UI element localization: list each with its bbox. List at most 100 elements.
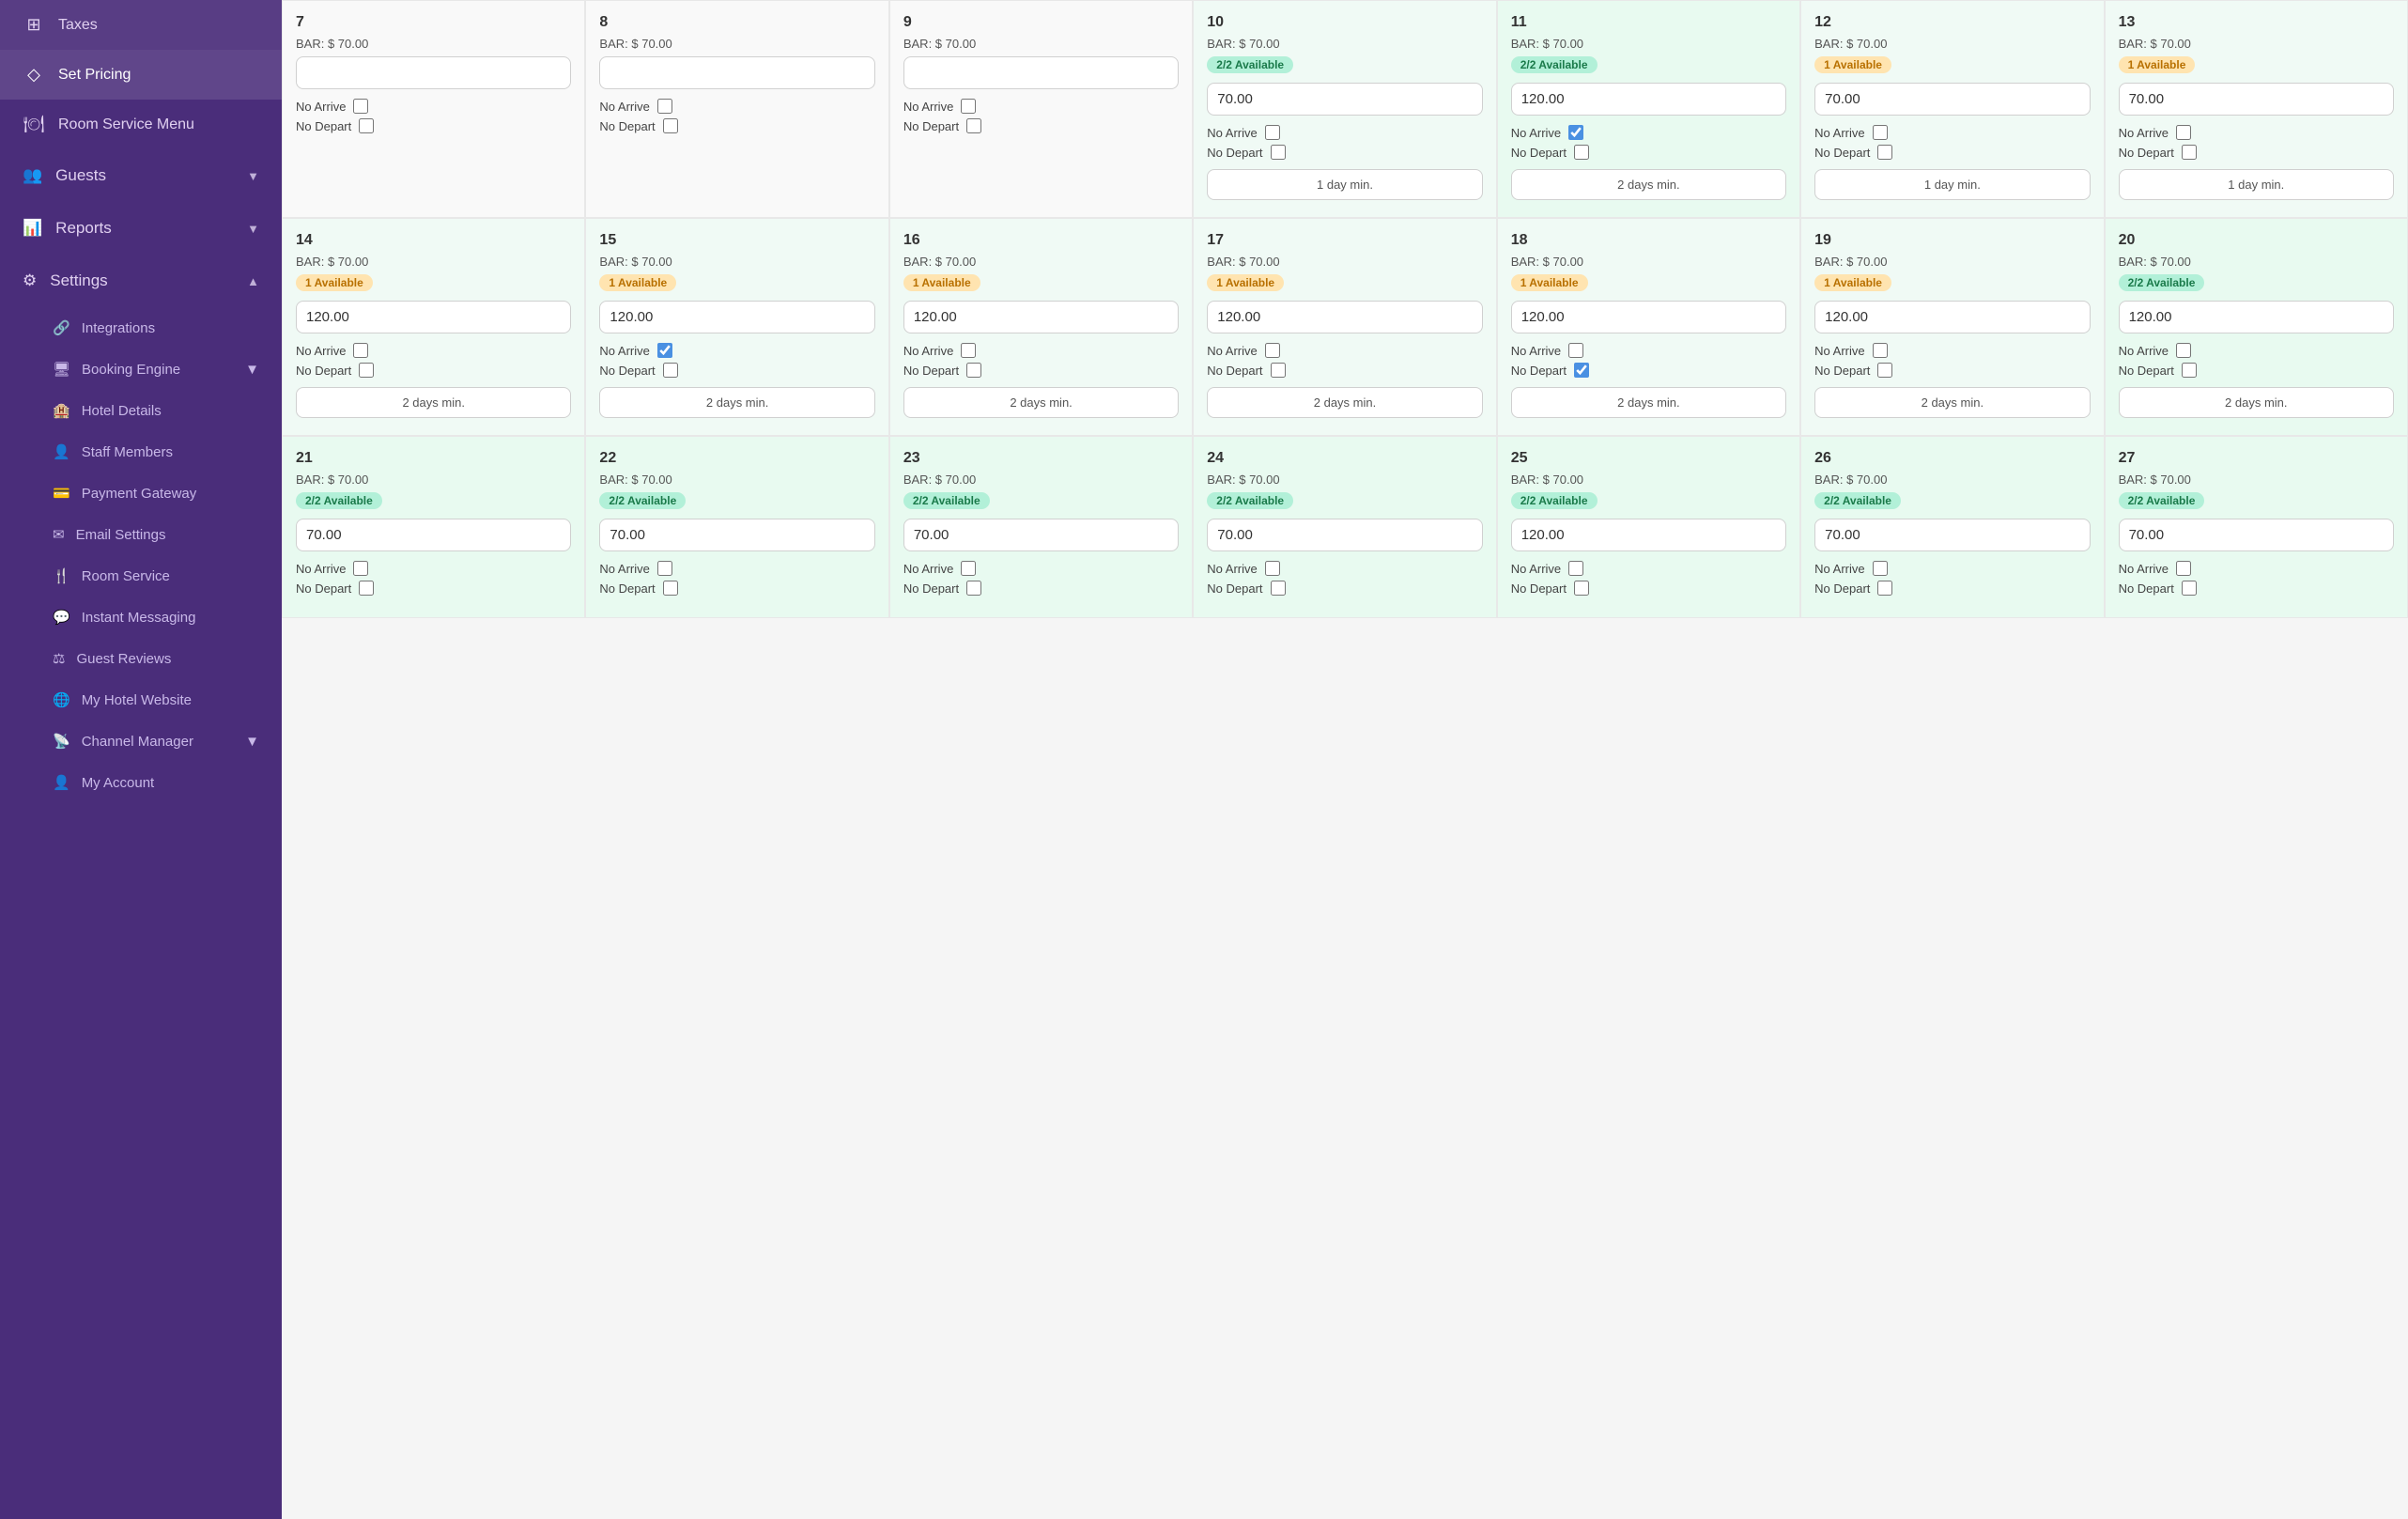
- min-days-button-20[interactable]: 2 days min.: [2119, 387, 2394, 418]
- no-depart-checkbox-18[interactable]: [1574, 363, 1589, 378]
- no-depart-checkbox-27[interactable]: [2182, 581, 2197, 596]
- price-input-12[interactable]: [1814, 83, 2090, 116]
- no-arrive-checkbox-27[interactable]: [2176, 561, 2191, 576]
- price-input-27[interactable]: [2119, 519, 2394, 551]
- no-depart-row-11: No Depart: [1511, 145, 1786, 160]
- price-input-7[interactable]: [296, 56, 571, 89]
- price-input-19[interactable]: [1814, 301, 2090, 333]
- no-arrive-checkbox-26[interactable]: [1873, 561, 1888, 576]
- no-arrive-label-7: No Arrive: [296, 100, 346, 114]
- no-arrive-row-22: No Arrive: [599, 561, 874, 576]
- no-depart-checkbox-12[interactable]: [1877, 145, 1892, 160]
- no-depart-checkbox-19[interactable]: [1877, 363, 1892, 378]
- no-arrive-checkbox-17[interactable]: [1265, 343, 1280, 358]
- sidebar-item-guest-reviews[interactable]: ⚖ Guest Reviews: [53, 638, 282, 679]
- min-days-button-12[interactable]: 1 day min.: [1814, 169, 2090, 200]
- price-input-18[interactable]: [1511, 301, 1786, 333]
- min-days-button-19[interactable]: 2 days min.: [1814, 387, 2090, 418]
- bar-price-16: BAR: $ 70.00: [903, 255, 1179, 269]
- price-input-16[interactable]: [903, 301, 1179, 333]
- min-days-button-15[interactable]: 2 days min.: [599, 387, 874, 418]
- sidebar-item-room-service[interactable]: 🍴 Room Service: [53, 555, 282, 597]
- price-input-20[interactable]: [2119, 301, 2394, 333]
- no-arrive-checkbox-7[interactable]: [353, 99, 368, 114]
- no-arrive-checkbox-21[interactable]: [353, 561, 368, 576]
- price-input-8[interactable]: [599, 56, 874, 89]
- no-depart-checkbox-11[interactable]: [1574, 145, 1589, 160]
- min-days-button-14[interactable]: 2 days min.: [296, 387, 571, 418]
- no-depart-checkbox-25[interactable]: [1574, 581, 1589, 596]
- no-depart-checkbox-24[interactable]: [1271, 581, 1286, 596]
- no-arrive-checkbox-15[interactable]: [657, 343, 672, 358]
- price-input-25[interactable]: [1511, 519, 1786, 551]
- no-arrive-checkbox-14[interactable]: [353, 343, 368, 358]
- no-depart-checkbox-9[interactable]: [966, 118, 981, 133]
- price-input-26[interactable]: [1814, 519, 2090, 551]
- no-depart-checkbox-22[interactable]: [663, 581, 678, 596]
- price-input-14[interactable]: [296, 301, 571, 333]
- sidebar-item-integrations[interactable]: 🔗 Integrations: [53, 307, 282, 349]
- min-days-button-11[interactable]: 2 days min.: [1511, 169, 1786, 200]
- min-days-button-17[interactable]: 2 days min.: [1207, 387, 1482, 418]
- sidebar-item-hotel-details[interactable]: 🏨 Hotel Details: [53, 390, 282, 431]
- price-input-13[interactable]: [2119, 83, 2394, 116]
- hotel-details-label: Hotel Details: [82, 403, 162, 419]
- no-depart-checkbox-26[interactable]: [1877, 581, 1892, 596]
- price-input-21[interactable]: [296, 519, 571, 551]
- no-arrive-checkbox-13[interactable]: [2176, 125, 2191, 140]
- sidebar-item-payment-gateway[interactable]: 💳 Payment Gateway: [53, 473, 282, 514]
- no-depart-checkbox-7[interactable]: [359, 118, 374, 133]
- no-depart-row-8: No Depart: [599, 118, 874, 133]
- no-arrive-checkbox-10[interactable]: [1265, 125, 1280, 140]
- sidebar-item-my-account[interactable]: 👤 My Account: [53, 762, 282, 803]
- min-days-button-13[interactable]: 1 day min.: [2119, 169, 2394, 200]
- sidebar-item-booking-engine[interactable]: 🖥 Booking Engine ▼: [53, 349, 282, 390]
- sidebar-item-room-service-menu[interactable]: 🍽 Room Service Menu: [0, 100, 282, 149]
- sidebar-item-email-settings[interactable]: ✉ Email Settings: [53, 514, 282, 555]
- no-depart-checkbox-21[interactable]: [359, 581, 374, 596]
- min-days-button-16[interactable]: 2 days min.: [903, 387, 1179, 418]
- sidebar-section-guests[interactable]: 👥 Guests ▼: [0, 149, 282, 202]
- sidebar-item-staff-members[interactable]: 👤 Staff Members: [53, 431, 282, 473]
- price-input-22[interactable]: [599, 519, 874, 551]
- no-depart-checkbox-13[interactable]: [2182, 145, 2197, 160]
- price-input-24[interactable]: [1207, 519, 1482, 551]
- price-input-23[interactable]: [903, 519, 1179, 551]
- no-depart-checkbox-10[interactable]: [1271, 145, 1286, 160]
- no-arrive-checkbox-25[interactable]: [1568, 561, 1583, 576]
- no-arrive-checkbox-16[interactable]: [961, 343, 976, 358]
- no-depart-checkbox-17[interactable]: [1271, 363, 1286, 378]
- no-depart-checkbox-23[interactable]: [966, 581, 981, 596]
- no-depart-checkbox-8[interactable]: [663, 118, 678, 133]
- no-arrive-checkbox-8[interactable]: [657, 99, 672, 114]
- no-depart-checkbox-16[interactable]: [966, 363, 981, 378]
- no-depart-checkbox-20[interactable]: [2182, 363, 2197, 378]
- sidebar-item-channel-manager[interactable]: 📡 Channel Manager ▼: [53, 721, 282, 762]
- no-arrive-checkbox-18[interactable]: [1568, 343, 1583, 358]
- min-days-button-18[interactable]: 2 days min.: [1511, 387, 1786, 418]
- no-arrive-checkbox-20[interactable]: [2176, 343, 2191, 358]
- no-arrive-checkbox-22[interactable]: [657, 561, 672, 576]
- sidebar-item-instant-messaging[interactable]: 💬 Instant Messaging: [53, 597, 282, 638]
- no-arrive-checkbox-24[interactable]: [1265, 561, 1280, 576]
- price-input-15[interactable]: [599, 301, 874, 333]
- no-arrive-checkbox-19[interactable]: [1873, 343, 1888, 358]
- no-arrive-checkbox-23[interactable]: [961, 561, 976, 576]
- no-depart-checkbox-15[interactable]: [663, 363, 678, 378]
- sidebar-item-my-hotel-website[interactable]: 🌐 My Hotel Website: [53, 679, 282, 721]
- price-input-9[interactable]: [903, 56, 1179, 89]
- sidebar-section-settings[interactable]: ⚙ Settings ▲: [0, 255, 282, 307]
- no-arrive-checkbox-11[interactable]: [1568, 125, 1583, 140]
- min-days-button-10[interactable]: 1 day min.: [1207, 169, 1482, 200]
- sidebar-item-taxes[interactable]: ⊞ Taxes: [0, 0, 282, 50]
- price-input-11[interactable]: [1511, 83, 1786, 116]
- availability-badge-10: 2/2 Available: [1207, 56, 1293, 73]
- no-arrive-checkbox-9[interactable]: [961, 99, 976, 114]
- no-depart-checkbox-14[interactable]: [359, 363, 374, 378]
- price-input-10[interactable]: [1207, 83, 1482, 116]
- sidebar-section-reports[interactable]: 📊 Reports ▼: [0, 202, 282, 255]
- guest-reviews-icon: ⚖: [53, 650, 65, 667]
- price-input-17[interactable]: [1207, 301, 1482, 333]
- sidebar-item-set-pricing[interactable]: ◇ Set Pricing: [0, 50, 282, 100]
- no-arrive-checkbox-12[interactable]: [1873, 125, 1888, 140]
